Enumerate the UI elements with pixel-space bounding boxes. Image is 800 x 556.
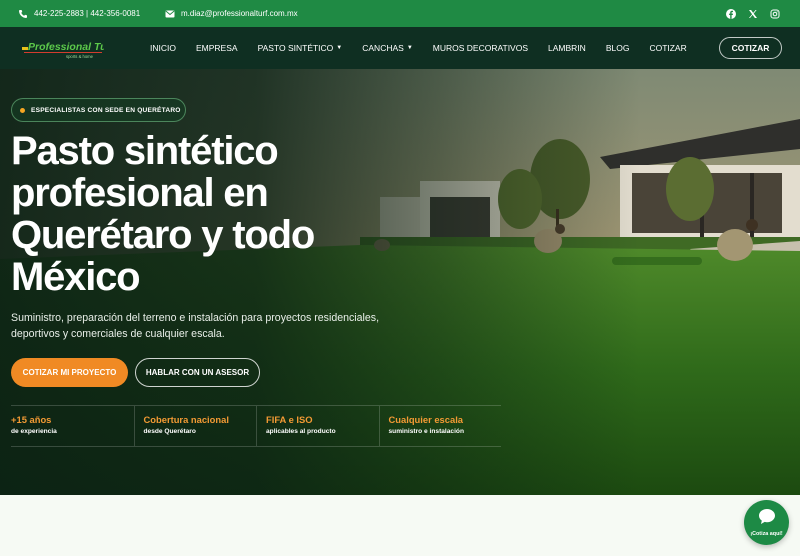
- stat-label: de experiencia: [11, 428, 57, 435]
- hero-title-line: Pasto sintético: [11, 129, 279, 173]
- nav-label: BLOG: [605, 43, 630, 53]
- logo-wordmark: Professional Turf: [28, 41, 104, 53]
- hablar-con-asesor-button[interactable]: HABLAR CON UN ASESOR: [135, 358, 260, 387]
- stats-row: +15 años de experiencia Cobertura nacion…: [11, 405, 501, 447]
- cotizar-button[interactable]: COTIZAR: [719, 37, 782, 59]
- hero-section: ESPECIALISTAS CON SEDE EN QUERÉTARO Past…: [0, 69, 800, 495]
- chat-bubble-icon: [758, 508, 776, 530]
- hero-title-line: profesional en: [11, 171, 269, 215]
- cotizar-mi-proyecto-button[interactable]: COTIZAR MI PROYECTO: [11, 358, 128, 387]
- nav-label: EMPRESA: [195, 43, 238, 53]
- stat-value: Cobertura nacional: [143, 414, 229, 425]
- logo-tagline: sports & home: [66, 54, 94, 59]
- menu: INICIO EMPRESA PASTO SINTÉTICO ▼ CANCHAS ▼…: [150, 27, 707, 69]
- stat-label: desde Querétaro: [143, 428, 196, 435]
- stat-item: FIFA e ISO aplicables al producto: [256, 406, 379, 446]
- phone-icon: [18, 9, 28, 19]
- email-address: m.diaz@professionalturf.com.mx: [181, 9, 298, 18]
- nav-item-inicio[interactable]: INICIO: [150, 43, 176, 53]
- hero-title-line: Querétaro y todo: [11, 213, 315, 257]
- stat-label: aplicables al producto: [266, 428, 336, 435]
- stat-value: +15 años: [11, 414, 52, 425]
- stat-value: Cualquier escala: [388, 414, 464, 425]
- stat-item: Cobertura nacional desde Querétaro: [133, 406, 257, 446]
- hero-title: Pasto sintético profesional en Querétaro…: [11, 130, 371, 298]
- nav-item-muros-decorativos[interactable]: MUROS DECORATIVOS: [433, 43, 528, 53]
- chat-button[interactable]: ¡Cotiza aquí!: [744, 500, 789, 545]
- hero-title-line: México: [11, 255, 141, 299]
- stat-item: Cualquier escala suministro e instalació…: [378, 406, 502, 446]
- stat-item: +15 años de experiencia: [11, 406, 134, 446]
- nav-label: COTIZAR: [649, 43, 687, 53]
- nav-label: INICIO: [150, 43, 176, 53]
- nav-item-lambrin[interactable]: LAMBRIN: [548, 43, 586, 53]
- stat-label: suministro e instalación: [388, 428, 464, 435]
- phone-numbers: 442-225-2883 | 442-356-0081: [34, 9, 141, 18]
- badge-dot-icon: [20, 107, 25, 113]
- nav-item-pasto-sintetico[interactable]: PASTO SINTÉTICO ▼: [258, 43, 343, 53]
- email-contact[interactable]: m.diaz@professionalturf.com.mx: [165, 0, 298, 27]
- nav-label: LAMBRIN: [548, 43, 586, 53]
- logo[interactable]: Professional Turf sports & home: [22, 37, 116, 59]
- phone-contact[interactable]: 442-225-2883 | 442-356-0081: [18, 0, 140, 27]
- mail-icon: [165, 9, 175, 19]
- nav-item-blog[interactable]: BLOG: [606, 43, 630, 53]
- nav-item-cotizar[interactable]: COTIZAR: [649, 43, 686, 53]
- hero-subtitle: Suministro, preparación del terreno e in…: [11, 312, 380, 340]
- nav-item-empresa[interactable]: EMPRESA: [196, 43, 238, 53]
- nav-item-canchas[interactable]: CANCHAS ▼: [362, 43, 413, 53]
- facebook-icon[interactable]: [726, 8, 736, 19]
- main-navigation: Professional Turf sports & home INICIO E…: [0, 27, 800, 69]
- stat-value: FIFA e ISO: [266, 414, 313, 425]
- chevron-down-icon: ▼: [336, 45, 343, 51]
- x-icon[interactable]: [748, 9, 758, 19]
- instagram-icon[interactable]: [770, 9, 780, 19]
- nav-label: CANCHAS: [362, 43, 404, 53]
- nav-label: PASTO SINTÉTICO: [257, 43, 334, 53]
- top-contact-bar: 442-225-2883 | 442-356-0081 m.diaz@profe…: [0, 0, 800, 27]
- chat-label: ¡Cotiza aquí!: [750, 531, 783, 537]
- specialists-badge: ESPECIALISTAS CON SEDE EN QUERÉTARO: [11, 98, 186, 122]
- chevron-down-icon: ▼: [406, 45, 413, 51]
- badge-text: ESPECIALISTAS CON SEDE EN QUERÉTARO: [31, 106, 181, 114]
- nav-label: MUROS DECORATIVOS: [432, 43, 529, 53]
- social-links: [726, 0, 780, 27]
